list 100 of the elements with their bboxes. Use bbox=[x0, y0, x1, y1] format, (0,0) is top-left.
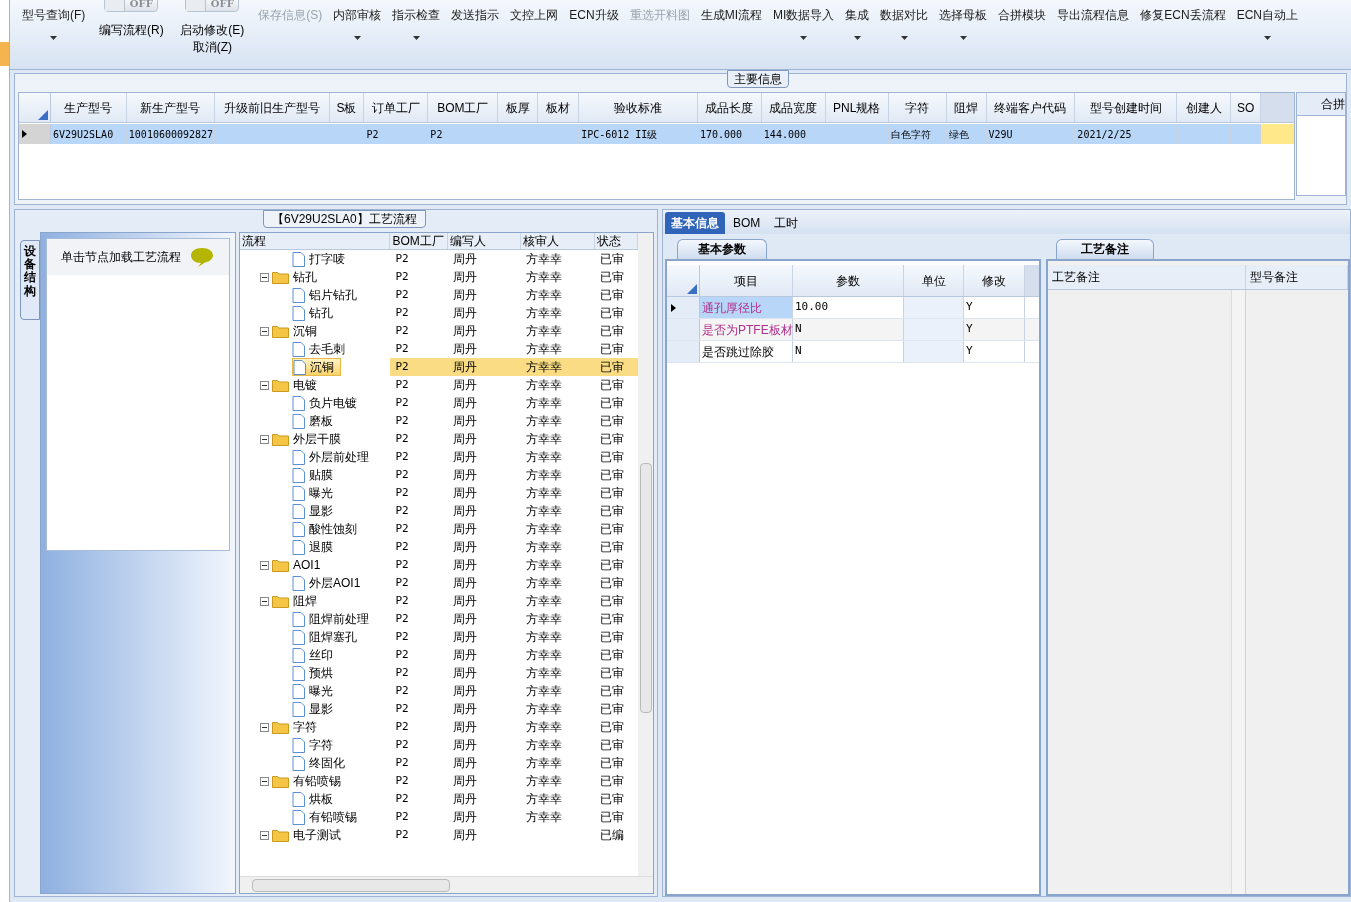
column-header[interactable]: 成品长度 bbox=[697, 93, 762, 122]
column-header[interactable]: 型号备注 bbox=[1246, 265, 1348, 289]
side-tab[interactable]: 设备结构 bbox=[20, 240, 40, 320]
collapse-icon[interactable] bbox=[260, 326, 269, 336]
tab[interactable]: 基本参数 bbox=[677, 239, 767, 259]
collapse-icon[interactable] bbox=[260, 776, 269, 786]
column-header[interactable]: 参数 bbox=[793, 265, 904, 296]
toolbar-button[interactable]: 启动修改(E) 取消(Z) bbox=[180, 22, 245, 56]
tree-item[interactable]: 铝片钻孔 bbox=[292, 286, 363, 304]
row-header[interactable] bbox=[19, 124, 51, 144]
table-row[interactable]: 是否跳过除胶 N Y bbox=[667, 341, 1039, 363]
column-header[interactable]: 项目 bbox=[700, 265, 793, 296]
toolbar-button[interactable]: 发送指示 bbox=[451, 7, 500, 24]
column-header[interactable]: 验收标准 bbox=[579, 93, 698, 122]
tree-item[interactable]: 阻焊前处理 bbox=[292, 610, 375, 628]
collapse-icon[interactable] bbox=[260, 272, 269, 282]
column-header[interactable]: S板 bbox=[329, 93, 365, 122]
tree-item[interactable]: 有铅喷锡 bbox=[292, 808, 363, 826]
toolbar-button[interactable]: 文控上网 bbox=[510, 7, 559, 24]
column-header[interactable]: 板厚 bbox=[498, 93, 539, 122]
collapse-icon[interactable] bbox=[260, 722, 269, 732]
toolbar-button[interactable]: 编写流程(R) bbox=[99, 22, 164, 39]
toolbar-button[interactable]: 合拼模块 bbox=[998, 7, 1047, 24]
scrollbar-thumb[interactable] bbox=[252, 878, 450, 892]
tree-item[interactable]: 显影 bbox=[292, 502, 339, 520]
tree-item[interactable]: 外层干膜 bbox=[272, 430, 347, 448]
column-header[interactable]: 创建人 bbox=[1177, 93, 1232, 122]
tree-item[interactable]: 电镀 bbox=[272, 376, 323, 394]
tree-item[interactable]: 有铅喷锡 bbox=[272, 772, 347, 790]
toolbar-button[interactable]: 型号查询(F) bbox=[22, 7, 86, 40]
toolbar-button[interactable]: MI数据导入 bbox=[773, 7, 835, 40]
column-header[interactable]: 流程 bbox=[240, 233, 391, 249]
column-header[interactable]: 终端客户代码 bbox=[986, 93, 1076, 122]
tree-item[interactable]: 外层AOI1 bbox=[292, 574, 367, 592]
toolbar-button[interactable]: 导出流程信息 bbox=[1057, 7, 1130, 24]
tree-item[interactable]: 丝印 bbox=[292, 646, 339, 664]
column-header[interactable]: 编写人 bbox=[447, 233, 522, 249]
column-header[interactable]: 型号创建时间 bbox=[1075, 93, 1178, 122]
table-row[interactable]: 6V29U2SLA0 10010600092827 P2 P2 IPC-6012 II级 170.000 144.000 白色字符 绿色 V29U 2021/2/25 bbox=[19, 124, 1294, 144]
tree-item[interactable]: 贴膜 bbox=[292, 466, 339, 484]
tree-item[interactable]: 字符 bbox=[272, 718, 323, 736]
tab[interactable]: 工艺备注 bbox=[1056, 239, 1154, 259]
row-header[interactable] bbox=[667, 297, 700, 318]
tree-item[interactable]: 外层前处理 bbox=[292, 448, 375, 466]
tree-item[interactable]: 阻焊 bbox=[272, 592, 323, 610]
vertical-scrollbar[interactable] bbox=[1231, 290, 1245, 894]
tree-item[interactable]: AOI1 bbox=[272, 556, 327, 574]
tree-item[interactable]: 沉铜 bbox=[272, 322, 323, 340]
tree-item[interactable]: 磨板 bbox=[292, 412, 339, 430]
toolbar-button[interactable]: 数据对比 bbox=[880, 7, 929, 40]
toolbar-button[interactable]: 集成 bbox=[845, 7, 870, 40]
column-header[interactable]: 订单工厂 bbox=[364, 93, 429, 122]
tab[interactable]: BOM bbox=[727, 212, 767, 234]
collapse-icon[interactable] bbox=[260, 380, 269, 390]
tree-item[interactable]: 钻孔 bbox=[292, 304, 339, 322]
scrollbar-thumb[interactable] bbox=[639, 463, 652, 713]
column-header[interactable]: 核审人 bbox=[521, 233, 596, 249]
column-header[interactable]: 板材 bbox=[538, 93, 580, 122]
toolbar-button[interactable]: 选择母板 bbox=[939, 7, 988, 40]
toolbar-button[interactable]: 内部审核 bbox=[333, 7, 382, 40]
vertical-scrollbar[interactable] bbox=[638, 233, 653, 876]
toolbar-button[interactable]: ECN升级 bbox=[569, 7, 619, 24]
collapse-icon[interactable] bbox=[260, 560, 269, 570]
tree-item[interactable]: 钻孔 bbox=[272, 268, 323, 286]
toolbar-button[interactable]: 指示检查 bbox=[392, 7, 441, 40]
tree-item[interactable]: 烘板 bbox=[292, 790, 339, 808]
table-row[interactable]: 是否为PTFE板材 N Y bbox=[667, 319, 1039, 341]
toolbar-button[interactable]: ECN自动上 bbox=[1236, 7, 1299, 40]
column-header[interactable]: PNL规格 bbox=[825, 93, 889, 122]
tree-item[interactable]: 酸性蚀刻 bbox=[292, 520, 363, 538]
column-header[interactable]: 工艺备注 bbox=[1048, 265, 1246, 289]
collapse-icon[interactable] bbox=[260, 434, 269, 444]
toolbar-button[interactable]: 修复ECN丢流程 bbox=[1140, 7, 1226, 24]
collapse-icon[interactable] bbox=[260, 830, 269, 840]
column-header[interactable]: 升级前旧生产型号 bbox=[214, 93, 330, 122]
tree-item[interactable]: 去毛刺 bbox=[292, 340, 351, 358]
tree-item[interactable]: 曝光 bbox=[292, 682, 339, 700]
tree-item[interactable]: 电子测试 bbox=[272, 826, 347, 844]
collapse-icon[interactable] bbox=[260, 596, 269, 606]
tree-item[interactable]: 字符 bbox=[292, 736, 339, 754]
horizontal-scrollbar[interactable] bbox=[240, 876, 653, 893]
tree-item[interactable]: 退膜 bbox=[292, 538, 339, 556]
column-header[interactable]: 新生产型号 bbox=[126, 93, 215, 122]
column-header[interactable]: BOM工厂 bbox=[428, 93, 499, 122]
column-header[interactable]: 生产型号 bbox=[50, 93, 127, 122]
tree-item[interactable]: 打字唛 bbox=[292, 250, 351, 268]
column-header[interactable]: 阻焊 bbox=[946, 93, 987, 122]
column-header[interactable]: BOM工厂 bbox=[390, 233, 448, 249]
toolbar-button[interactable]: 生成MI流程 bbox=[700, 7, 762, 24]
tab[interactable]: 基本信息 bbox=[665, 212, 725, 234]
column-header[interactable]: 单位 bbox=[904, 265, 964, 296]
tree-item[interactable]: 预烘 bbox=[292, 664, 339, 682]
tree-item[interactable]: 负片电镀 bbox=[292, 394, 363, 412]
table-row[interactable]: 通孔厚径比 10.00 Y bbox=[667, 297, 1039, 319]
column-header[interactable]: 成品宽度 bbox=[761, 93, 826, 122]
tree-item[interactable]: 显影 bbox=[292, 700, 339, 718]
tree-item[interactable]: 曝光 bbox=[292, 484, 339, 502]
tab[interactable]: 工时 bbox=[768, 212, 805, 234]
tree-item[interactable]: 阻焊塞孔 bbox=[292, 628, 363, 646]
column-header[interactable]: 字符 bbox=[888, 93, 947, 122]
